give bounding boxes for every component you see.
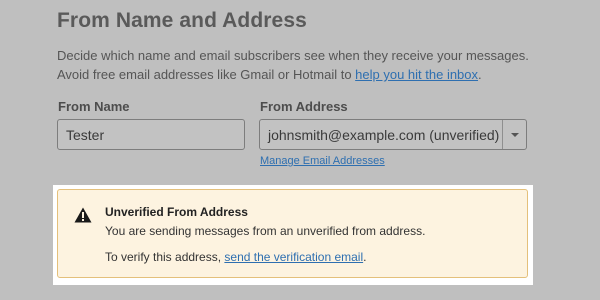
description-text: Avoid free email addresses like Gmail or… — [57, 67, 356, 82]
description-line-1: Decide which name and email subscribers … — [57, 48, 529, 63]
from-address-select[interactable]: johnsmith@example.com (unverified) — [259, 119, 527, 150]
manage-email-addresses-link[interactable]: Manage Email Addresses — [260, 155, 385, 167]
from-address-label: From Address — [260, 99, 348, 114]
alert-message: You are sending messages from an unverif… — [105, 224, 426, 238]
alert-title: Unverified From Address — [105, 205, 248, 219]
send-verification-email-link[interactable]: send the verification email — [224, 250, 363, 264]
verify-text: To verify this address, — [105, 250, 225, 264]
description-line-2: Avoid free email addresses like Gmail or… — [57, 65, 557, 84]
section-description: Decide which name and email subscribers … — [57, 46, 557, 84]
from-address-selected-value: johnsmith@example.com (unverified) — [268, 126, 500, 143]
unverified-address-alert: Unverified From Address You are sending … — [57, 189, 528, 278]
from-settings-page: From Name and Address Decide which name … — [0, 0, 600, 300]
from-name-input[interactable] — [57, 119, 245, 150]
dropdown-arrow-button[interactable] — [502, 120, 526, 149]
inbox-help-link[interactable]: help you hit the inbox — [355, 67, 478, 82]
chevron-down-icon — [510, 132, 519, 137]
description-suffix: . — [478, 67, 482, 82]
verify-suffix: . — [363, 250, 367, 264]
alert-verify-line: To verify this address, send the verific… — [105, 250, 366, 264]
section-title: From Name and Address — [57, 9, 307, 32]
from-name-label: From Name — [58, 99, 130, 114]
warning-icon — [74, 207, 92, 223]
